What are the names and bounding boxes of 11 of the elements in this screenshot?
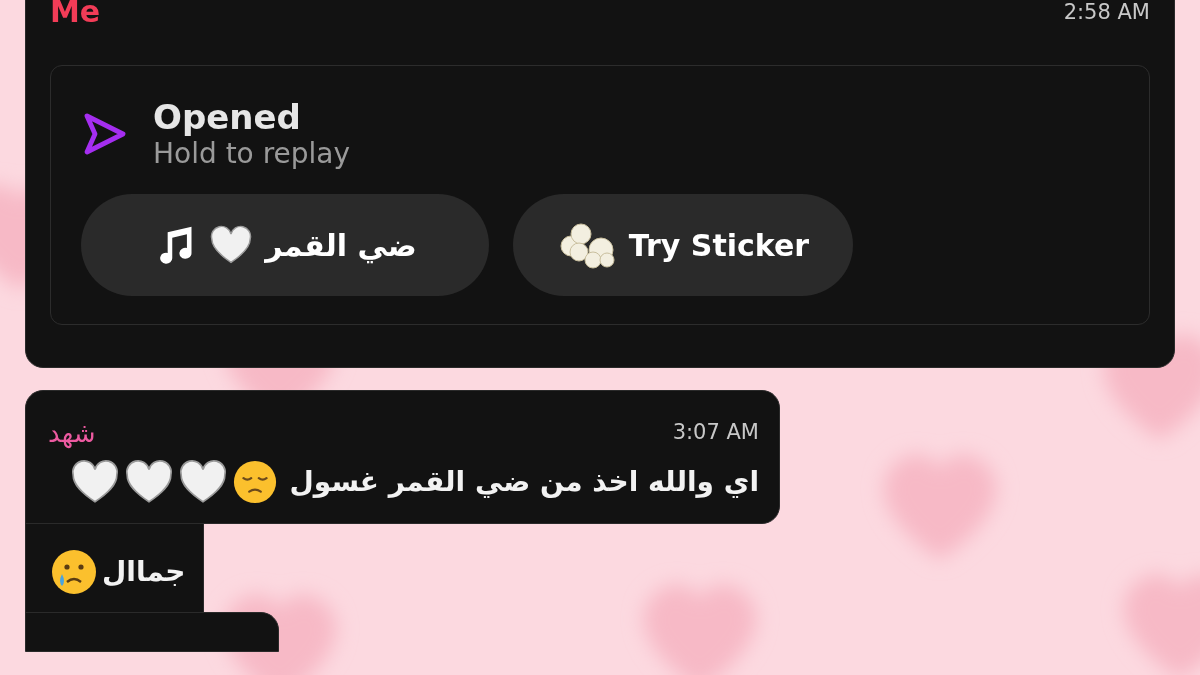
message-text: جماال	[102, 553, 186, 590]
sticker-button[interactable]: Try Sticker	[513, 194, 853, 297]
crying-face-icon	[50, 547, 98, 596]
sad-face-icon	[231, 458, 278, 505]
message-text: اي والله اخذ من ضي القمر غسول	[289, 463, 759, 500]
music-button[interactable]: ضي القمر	[81, 194, 489, 297]
message-time: 2:58 AM	[1063, 0, 1150, 26]
sender-name: Me	[50, 0, 101, 27]
message-time: 3:07 AM	[672, 419, 759, 447]
status-title: Opened	[153, 97, 302, 137]
status-subtitle: Hold to replay	[153, 136, 351, 171]
